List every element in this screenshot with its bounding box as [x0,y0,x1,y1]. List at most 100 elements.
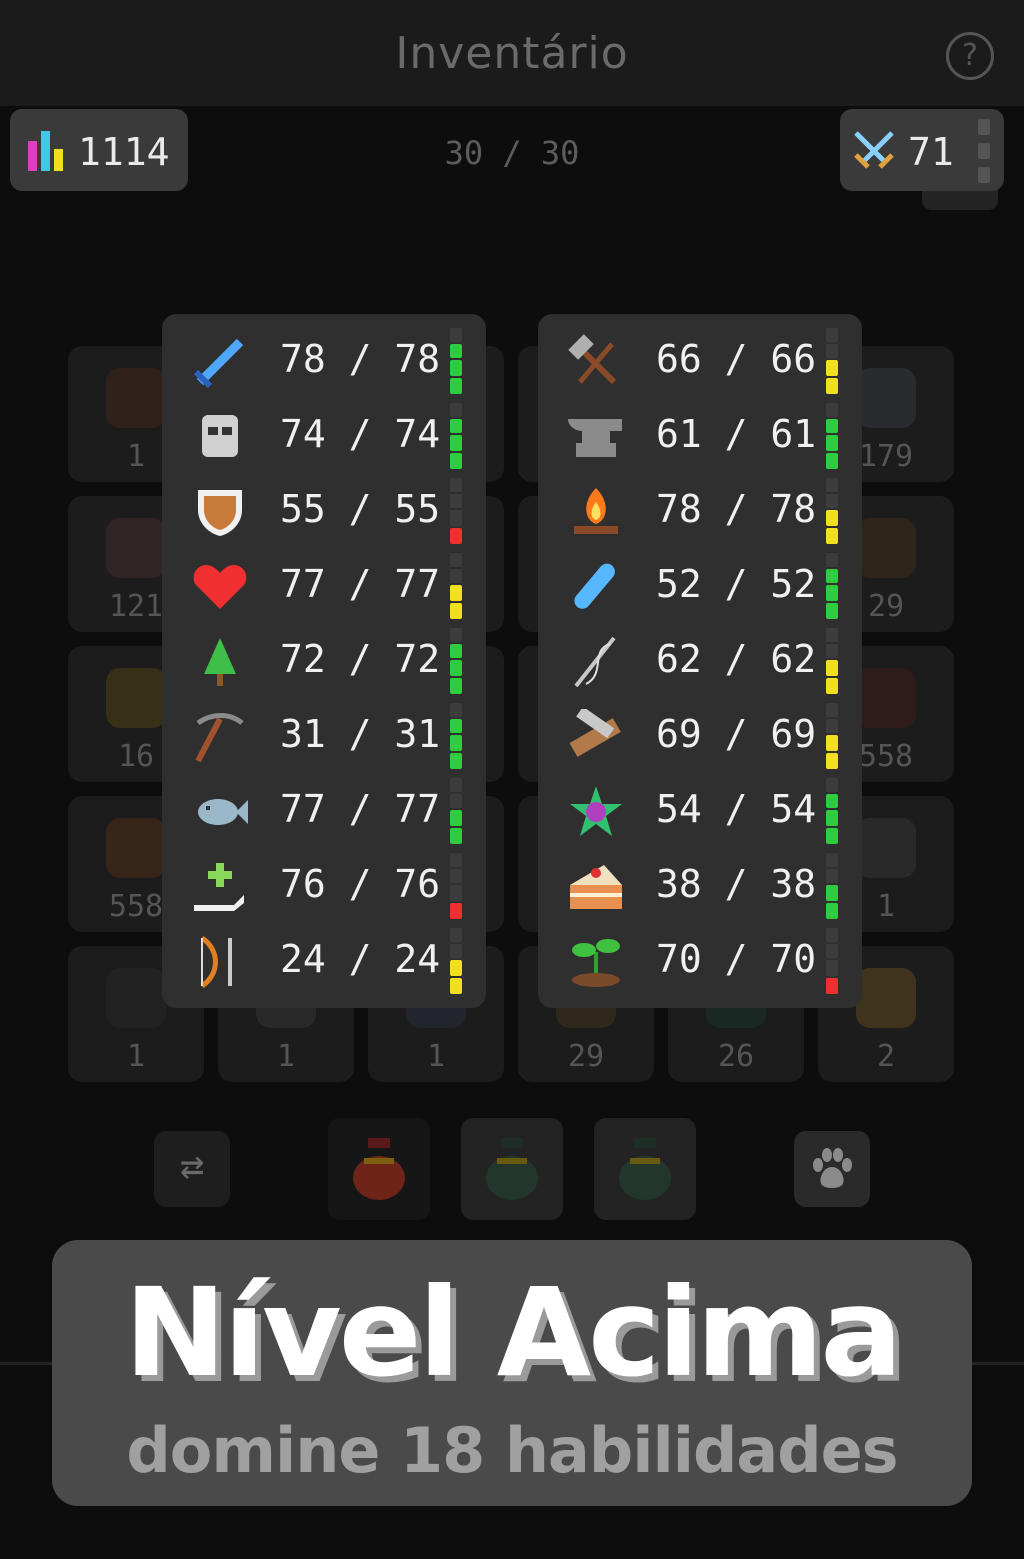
skill-level: 31 / 31 [280,712,441,756]
progress-segment [450,944,462,958]
progress-segment [826,944,838,958]
combat-level-value: 71 [908,130,954,174]
level-progress-bar [450,703,462,771]
skill-row[interactable]: 62 / 62 [538,624,862,699]
progress-segment [450,378,462,394]
bag-slot-2[interactable] [461,1118,563,1220]
progress-segment [450,585,462,601]
progress-segment [826,703,838,717]
progress-segment [450,494,462,508]
skill-level: 61 / 61 [656,412,817,456]
skill-level: 78 / 78 [280,337,441,381]
progress-segment [826,328,838,342]
progress-segment [826,585,838,601]
skill-row[interactable]: 78 / 78 [162,324,486,399]
progress-segment [826,628,838,642]
progress-segment [450,478,462,492]
progress-segment [826,660,838,676]
skill-row[interactable]: 76 / 76 [162,849,486,924]
level-progress-bar [450,403,462,471]
skill-row[interactable]: 24 / 24 [162,924,486,999]
progress-segment [450,553,462,567]
skill-row[interactable]: 78 / 78 [538,474,862,549]
progress-segment [826,928,838,942]
cake-icon [566,859,626,915]
skill-level: 38 / 38 [656,862,817,906]
progress-segment [826,644,838,658]
needle-thread-icon [566,634,626,690]
skill-row[interactable]: 61 / 61 [538,399,862,474]
skill-row[interactable]: 38 / 38 [538,849,862,924]
progress-segment [826,528,838,544]
item-icon [856,368,916,428]
skill-row[interactable]: 70 / 70 [538,924,862,999]
skill-level: 72 / 72 [280,637,441,681]
heart-icon [190,559,250,615]
pickaxe-icon [190,709,250,765]
level-progress-bar [826,553,838,621]
potion-vial-icon [566,559,626,615]
skill-row[interactable]: 74 / 74 [162,399,486,474]
progress-segment [826,478,838,492]
progress-segment [450,644,462,658]
progress-segment [450,828,462,844]
skill-row[interactable]: 77 / 77 [162,774,486,849]
sprout-icon [566,934,626,990]
progress-segment [450,435,462,451]
skill-row[interactable]: 69 / 69 [538,699,862,774]
progress-segment [826,794,838,808]
question-circle-icon[interactable]: ? [946,32,994,80]
shield-icon [190,484,250,540]
skill-row[interactable]: 66 / 66 [538,324,862,399]
campfire-icon [566,484,626,540]
progress-segment [826,569,838,583]
skill-row[interactable]: 54 / 54 [538,774,862,849]
item-icon [856,518,916,578]
level-progress-bar [826,628,838,696]
skill-row[interactable]: 55 / 55 [162,474,486,549]
level-progress-bar [826,478,838,546]
progress-segment [826,344,838,358]
progress-segment [450,794,462,808]
skill-row[interactable]: 77 / 77 [162,549,486,624]
level-progress-bar [826,403,838,471]
swap-arrows-icon: ⇄ [179,1143,205,1189]
item-icon [856,818,916,878]
progress-segment [450,753,462,769]
level-progress-bar [826,328,838,396]
progress-segment [826,885,838,901]
skill-level: 78 / 78 [656,487,817,531]
progress-segment [450,719,462,733]
progress-segment [450,869,462,883]
skill-row[interactable]: 52 / 52 [538,549,862,624]
bag-slot-3[interactable] [594,1118,696,1220]
progress-segment [826,378,838,394]
skill-level: 52 / 52 [656,562,817,606]
bag-slot-1[interactable] [328,1118,430,1220]
progress-segment [826,753,838,769]
combat-dots [978,119,990,183]
banner-subtitle: domine 18 habilidades [126,1414,898,1487]
swap-button[interactable]: ⇄ [154,1131,230,1207]
saw-wood-icon [566,706,626,765]
progress-segment [450,403,462,417]
paw-icon [813,1148,852,1188]
item-count: 2 [876,1039,896,1074]
skill-level: 54 / 54 [656,787,817,831]
progress-segment [450,703,462,717]
progress-segment [450,885,462,901]
skill-row[interactable]: 31 / 31 [162,699,486,774]
level-progress-bar [450,778,462,846]
skills-panel-right: 66 / 66 61 / 61 78 / 78 52 / 52 62 / 62 69 / … [538,314,862,1008]
pet-button[interactable] [794,1131,870,1207]
crossed-swords-icon [854,131,894,169]
level-progress-bar [450,928,462,996]
item-icon [856,668,916,728]
anvil-icon [566,409,626,465]
progress-segment [826,419,838,433]
progress-segment [450,419,462,433]
item-icon [106,668,166,728]
progress-segment [826,494,838,508]
skill-row[interactable]: 72 / 72 [162,624,486,699]
skill-level: 62 / 62 [656,637,817,681]
